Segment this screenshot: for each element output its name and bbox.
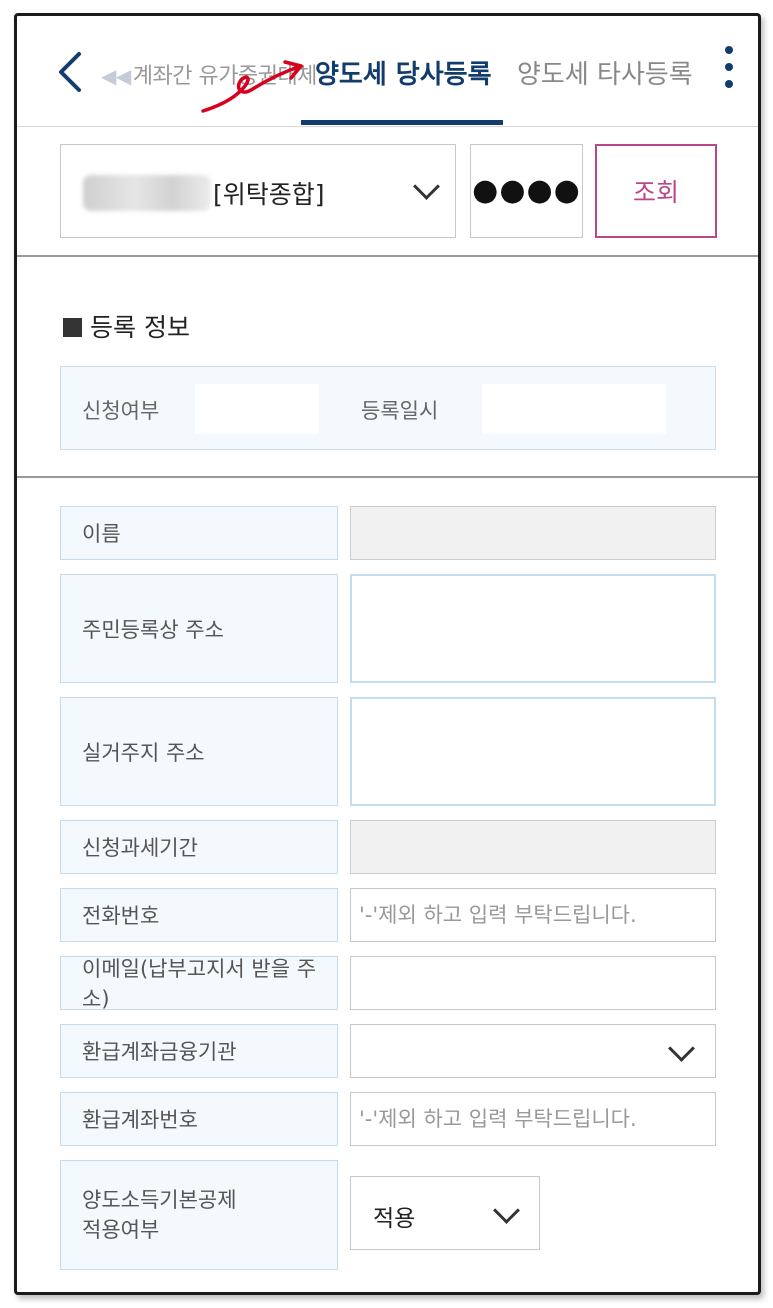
chevron-down-icon [493,1197,520,1224]
masked-account-number [83,175,211,211]
divider [17,476,758,478]
account-type-label: [위탁종합] [213,180,325,209]
refund-account-input[interactable] [350,1092,716,1146]
phone-label: 전화번호 [60,888,338,942]
tab-header: ◀◀계좌간 유가증권대체 양도세 당사등록 양도세 타사등록 [17,16,758,127]
query-button[interactable]: 조회 [595,144,717,238]
red-arrow-annotation [201,60,303,113]
resident-address-label: 주민등록상 주소 [60,574,338,683]
square-bullet-icon [63,318,82,337]
deduction-label-line2: 적용여부 [82,1218,160,1242]
active-tab-underline [301,120,503,125]
email-input[interactable] [350,956,716,1010]
more-vertical-icon[interactable] [717,46,741,96]
registered-at-value [482,384,666,434]
deduction-value: 적용 [373,1206,416,1232]
chevron-down-icon [413,173,440,200]
app-frame: ◀◀계좌간 유가증권대체 양도세 당사등록 양도세 타사등록 [위탁종합] ●●… [14,13,761,1295]
application-status-value [195,384,319,434]
double-arrow-left-icon: ◀◀ [101,64,131,88]
account-row: [위탁종합] ●●●● 조회 [17,127,758,257]
deduction-label: 양도소득기본공제 적용여부 [60,1160,338,1270]
deduction-select[interactable]: 적용 [350,1176,540,1250]
registration-info-box: 신청여부 등록일시 [60,366,716,450]
name-field [350,506,716,560]
application-status-label: 신청여부 [82,399,160,423]
deduction-label-line1: 양도소득기본공제 [82,1188,237,1212]
refund-bank-select[interactable] [350,1024,716,1078]
actual-address-label: 실거주지 주소 [60,697,338,806]
account-select[interactable]: [위탁종합] [60,144,456,238]
back-chevron-icon[interactable] [55,50,85,94]
refund-bank-label: 환급계좌금융기관 [60,1024,338,1078]
tab-transfer-tax-other-registration[interactable]: 양도세 타사등록 [517,54,693,91]
chevron-down-icon [668,1035,695,1062]
section-title: 등록 정보 [63,308,190,344]
registered-at-label: 등록일시 [361,399,439,423]
actual-address-field[interactable] [350,697,716,806]
resident-address-field[interactable] [350,574,716,683]
phone-input[interactable] [350,888,716,942]
email-label: 이메일(납부고지서 받을 주소) [60,956,338,1011]
tax-period-field [350,820,716,874]
refund-account-label: 환급계좌번호 [60,1092,338,1146]
password-field[interactable]: ●●●● [470,144,583,238]
name-label: 이름 [60,506,338,560]
tax-period-label: 신청과세기간 [60,820,338,874]
tab-transfer-tax-own-registration[interactable]: 양도세 당사등록 [315,54,492,91]
